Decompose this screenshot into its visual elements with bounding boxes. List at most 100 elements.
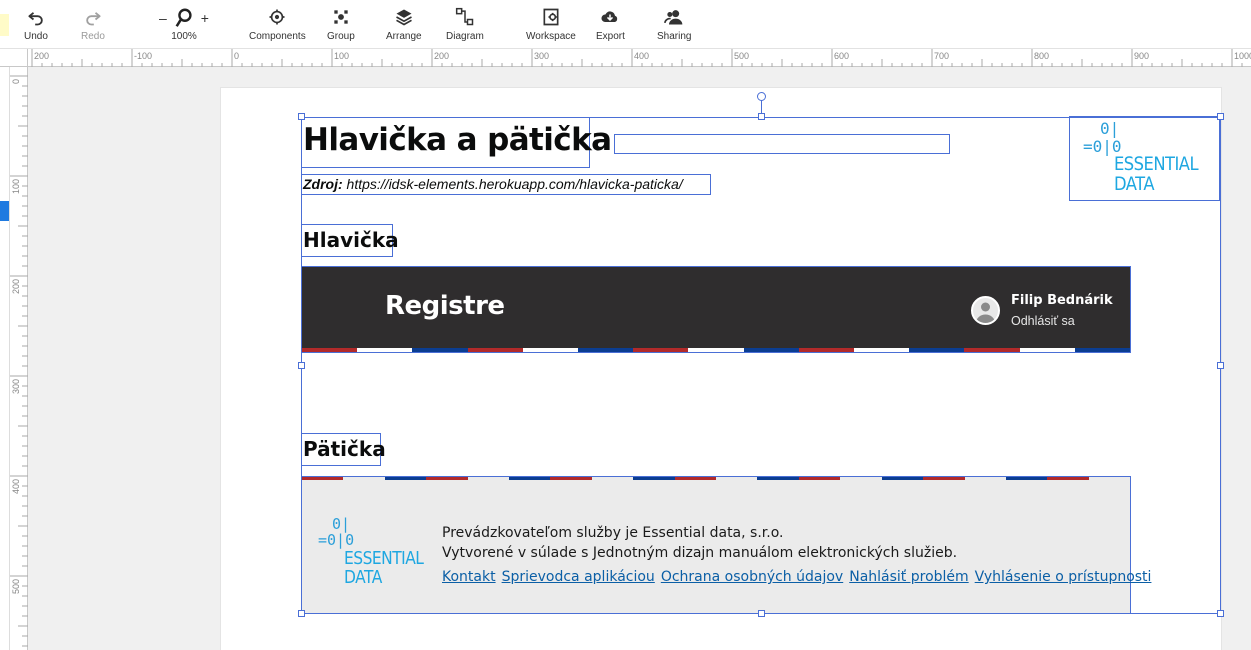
logout-link[interactable]: Odhlásiť sa: [1011, 314, 1075, 328]
components-icon: [269, 9, 285, 25]
ruler-label: -100: [134, 51, 152, 61]
export-button[interactable]: Export: [596, 7, 625, 42]
diagram-button[interactable]: Diagram: [446, 7, 484, 42]
ruler-label: 900: [1134, 51, 1149, 61]
header-flag-stripe: [302, 348, 1131, 352]
footer-logo-bits-bottom: =0|0: [318, 531, 355, 549]
toolbar: Undo Redo – + 100% Components Group Arra…: [0, 0, 1251, 49]
users-icon: [664, 10, 683, 25]
source-line[interactable]: Zdroj: https://idsk-elements.herokuapp.c…: [301, 174, 711, 195]
source-label: Zdroj:: [303, 176, 343, 192]
logo-word-essential: ESSENTIAL: [1114, 153, 1199, 175]
ruler-corner: [0, 49, 28, 67]
ruler-label: 800: [1034, 51, 1049, 61]
page-title[interactable]: Hlavička a pätička: [301, 117, 612, 168]
arrange-button[interactable]: Arrange: [386, 7, 422, 42]
ruler-label: 300: [11, 379, 21, 394]
ruler-vertical-ticks: 0 100 200 300 400 500: [10, 75, 28, 647]
resize-handle-s[interactable]: [758, 610, 765, 617]
footer-box[interactable]: 0| =0|0 ESSENTIAL DATA Prevádzkovateľom …: [301, 476, 1151, 614]
components-button[interactable]: Components: [249, 7, 306, 42]
ruler-label: 400: [11, 479, 21, 494]
zoom-level: 100%: [171, 31, 197, 42]
export-label: Export: [596, 31, 625, 42]
essential-data-logo-box[interactable]: 0| =0|0 ESSENTIAL DATA: [1069, 116, 1220, 201]
footer-logo-word-data: DATA: [344, 567, 382, 588]
layers-icon: [395, 9, 412, 26]
arrange-label: Arrange: [386, 31, 422, 42]
footer-link-contact[interactable]: Kontakt: [442, 569, 496, 585]
group-icon: [334, 10, 348, 24]
ruler-label: 100: [11, 179, 21, 194]
footer-text: Prevádzkovateľom služby je Essential dat…: [442, 523, 957, 563]
ruler-label: 500: [734, 51, 749, 61]
logo-bits-top: 0|: [1100, 119, 1120, 138]
source-url: https://idsk-elements.herokuapp.com/hlav…: [346, 176, 683, 192]
diagram-label: Diagram: [446, 31, 484, 42]
sharing-button[interactable]: Sharing: [657, 7, 691, 42]
footer-compliance-line: Vytvorené v súlade s Jednotným dizajn ma…: [442, 545, 958, 561]
zoom-out-button[interactable]: –: [159, 11, 167, 25]
empty-textbox[interactable]: [614, 134, 950, 154]
ruler-label: 400: [634, 51, 649, 61]
footer-links: Kontakt Sprievodca aplikáciou Ochrana os…: [442, 569, 1151, 585]
logo-word-data: DATA: [1114, 173, 1155, 195]
ruler-label: 300: [534, 51, 549, 61]
ruler-label: 0: [234, 51, 239, 61]
undo-button[interactable]: Undo: [24, 7, 48, 42]
header-title: Registre: [385, 291, 505, 321]
zoom-in-button[interactable]: +: [201, 11, 209, 25]
panel-edge-tab[interactable]: [0, 14, 9, 36]
footer-flag-stripe: [302, 477, 1131, 480]
ruler-label: 200: [434, 51, 449, 61]
diagram-icon: [455, 7, 474, 26]
ruler-vertical-line: [9, 67, 10, 650]
resize-handle-nw[interactable]: [298, 113, 305, 120]
resize-handle-w[interactable]: [298, 362, 305, 369]
redo-icon: [86, 12, 101, 26]
ruler-label: 0: [11, 79, 21, 84]
redo-button[interactable]: Redo: [81, 7, 105, 42]
sharing-label: Sharing: [657, 31, 692, 42]
group-label: Group: [327, 31, 355, 42]
footer-link-guide[interactable]: Sprievodca aplikáciou: [502, 569, 655, 585]
redo-label: Redo: [81, 31, 105, 42]
resize-handle-se[interactable]: [1217, 610, 1224, 617]
undo-icon: [28, 12, 43, 26]
cloud-download-icon: [601, 11, 618, 22]
ruler-label: 700: [934, 51, 949, 61]
ruler-vertical[interactable]: 0 100 200 300 400 500: [0, 67, 28, 650]
magnifier-icon[interactable]: [173, 7, 195, 29]
footer-section-title[interactable]: Pätička: [301, 433, 386, 466]
header-section-title[interactable]: Hlavička: [301, 224, 399, 257]
rotate-handle[interactable]: [757, 92, 766, 101]
ruler-horizontal-ticks: 200 -100 0 100 200 300 400 500 600 700 800 900 1000: [31, 49, 1251, 67]
user-name: Filip Bednárik: [1011, 293, 1113, 308]
workspace-label: Workspace: [526, 31, 576, 42]
ruler-label: 200: [11, 279, 21, 294]
resize-handle-ne[interactable]: [1217, 113, 1224, 120]
ruler-label: 600: [834, 51, 849, 61]
undo-label: Undo: [24, 31, 48, 42]
footer-operator-line: Prevádzkovateľom služby je Essential dat…: [442, 525, 784, 541]
resize-handle-e[interactable]: [1217, 362, 1224, 369]
editor-app: Undo Redo – + 100% Components Group Arra…: [0, 0, 1251, 650]
footer-logo-word-essential: ESSENTIAL: [344, 548, 424, 569]
ruler-label: 100: [334, 51, 349, 61]
workspace-button[interactable]: Workspace: [526, 7, 576, 42]
zoom-control: – + 100%: [154, 7, 214, 42]
group-button[interactable]: Group: [327, 7, 355, 42]
header-bar[interactable]: Registre Filip Bednárik Odhlásiť sa: [301, 266, 1131, 353]
resize-handle-n[interactable]: [758, 113, 765, 120]
user-avatar-icon[interactable]: [971, 296, 1000, 325]
footer-logo-bits-top: 0|: [332, 515, 351, 533]
ruler-label: 1000: [1234, 51, 1251, 61]
ruler-selection-marker: [0, 201, 9, 221]
footer-link-report-problem[interactable]: Nahlásiť problém: [849, 569, 968, 585]
workspace-settings-icon: [543, 8, 559, 26]
resize-handle-sw[interactable]: [298, 610, 305, 617]
footer-link-accessibility[interactable]: Vyhlásenie o prístupnosti: [975, 569, 1152, 585]
ruler-horizontal[interactable]: 200 -100 0 100 200 300 400 500 600 700 800 900 1000: [28, 49, 1251, 67]
ruler-label: 500: [11, 579, 21, 594]
footer-link-privacy[interactable]: Ochrana osobných údajov: [661, 569, 843, 585]
